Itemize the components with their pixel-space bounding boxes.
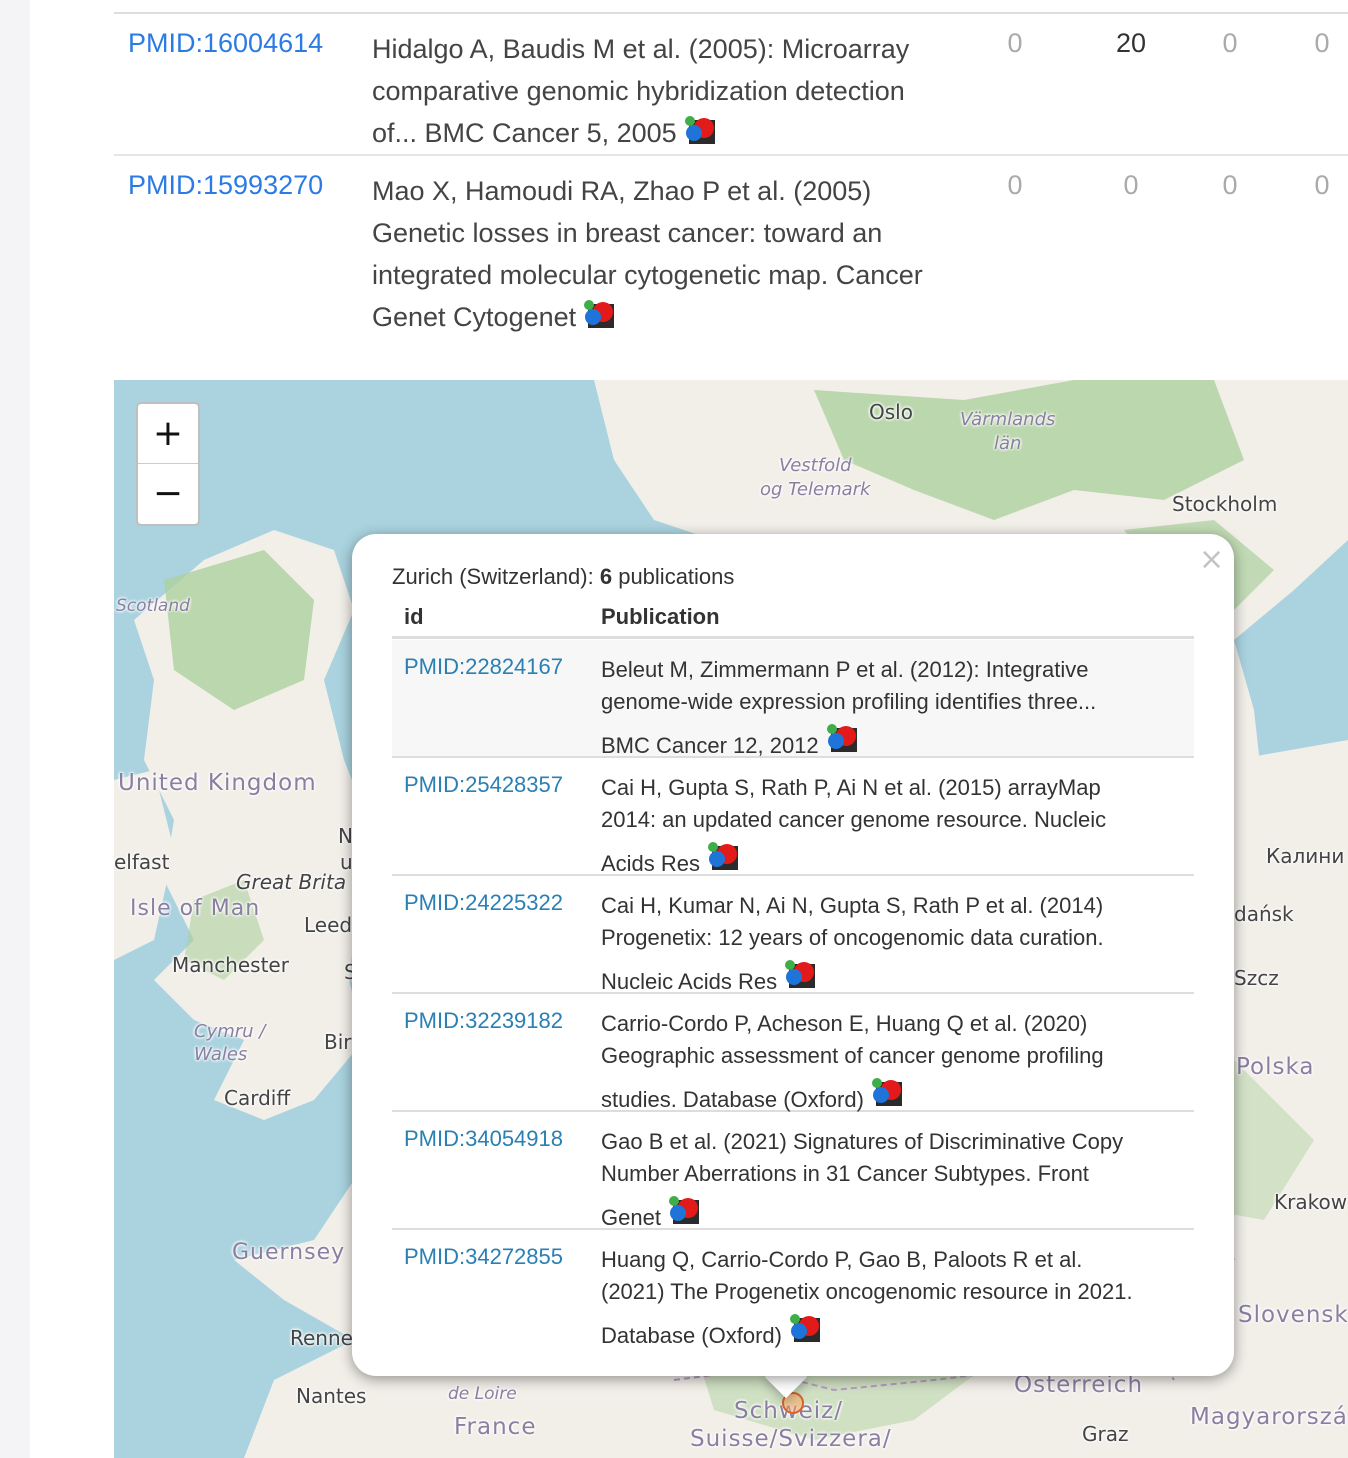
zoom-in-button[interactable]: + <box>138 404 198 464</box>
pmid-link[interactable]: PMID:22824167 <box>404 654 563 680</box>
citation-text: Hidalgo A, Baudis M et al. (2005): Micro… <box>372 34 910 148</box>
map-label-slovensko: Slovensk <box>1238 1302 1348 1328</box>
count-cell: 0 <box>1314 28 1330 58</box>
map-label-szczecin: Szcz <box>1234 966 1279 990</box>
pmid-link[interactable]: PMID:16004614 <box>128 28 323 59</box>
map-label-polska: Polska <box>1236 1054 1315 1080</box>
publication-count: 6 <box>599 564 613 589</box>
popup-title: Zurich (Switzerland): 6 publications <box>392 564 735 589</box>
progenetix-logo-icon[interactable] <box>826 724 859 754</box>
map-label-cardiff: Cardiff <box>224 1086 291 1110</box>
count-cell: 0 <box>1007 28 1023 58</box>
progenetix-logo-icon[interactable] <box>584 300 615 328</box>
count-cell: 0 <box>1007 170 1023 200</box>
map-label-u: u <box>340 850 353 874</box>
zoom-control: + − <box>136 402 200 526</box>
map-label-varmlands: Värmlands län <box>960 409 1056 454</box>
column-header-publication: Publication <box>601 604 720 629</box>
map-label-birmingham: Bir <box>324 1030 352 1054</box>
publication-text: Carrio-Cordo P, Acheson E, Huang Q et al… <box>601 1011 1104 1112</box>
column-header-id: id <box>404 604 424 629</box>
header-rule <box>392 636 1194 639</box>
count-cell: 0 <box>1123 170 1139 200</box>
map-label-graz: Graz <box>1082 1422 1129 1446</box>
map-label-isle-of-man: Isle of Man <box>130 896 261 921</box>
map-label-scotland: Scotland <box>116 596 190 616</box>
pmid-link[interactable]: PMID:34272855 <box>404 1244 563 1270</box>
map-label-nantes: Nantes <box>296 1384 367 1408</box>
publication-text: Cai H, Kumar N, Ai N, Gupta S, Rath P et… <box>601 893 1104 994</box>
popup-row: PMID:25428357 Cai H, Gupta S, Rath P, Ai… <box>392 758 1194 876</box>
pmid-link[interactable]: PMID:25428357 <box>404 772 563 798</box>
map-label-leeds: Leed <box>304 913 353 937</box>
progenetix-logo-icon[interactable] <box>668 1196 701 1226</box>
count-cell: 0 <box>1222 28 1238 58</box>
map-label-cymru: Cymru / Wales <box>194 1021 266 1065</box>
pmid-link[interactable]: PMID:15993270 <box>128 170 323 201</box>
map-label-rennes: Renne <box>290 1326 353 1350</box>
count-cell: 20 <box>1115 28 1147 58</box>
map-label-guernsey: Guernsey <box>232 1240 346 1265</box>
publication-text: Beleut M, Zimmermann P et al. (2012): In… <box>601 657 1097 758</box>
map-label-vestfold: Vestfold og Telemark <box>760 455 871 500</box>
count-cell: 0 <box>1314 170 1330 200</box>
table-row: PMID:15993270 Mao X, Hamoudi RA, Zhao P … <box>114 156 1348 346</box>
map-label-great-britain: Great Brita <box>236 870 347 894</box>
popup-row: PMID:34272855 Huang Q, Carrio-Cordo P, G… <box>392 1230 1194 1348</box>
map-label-manchester: Manchester <box>172 953 289 977</box>
pmid-link[interactable]: PMID:34054918 <box>404 1126 563 1152</box>
map-label-france: France <box>454 1414 537 1440</box>
citation-text: Mao X, Hamoudi RA, Zhao P et al. (2005) … <box>372 176 923 332</box>
map-label-magyarorszag: Magyarorszá <box>1190 1404 1348 1430</box>
popup-row: PMID:24225322 Cai H, Kumar N, Ai N, Gupt… <box>392 876 1194 994</box>
pmid-link[interactable]: PMID:32239182 <box>404 1008 563 1034</box>
left-gutter <box>0 0 30 1458</box>
popup-row: PMID:22824167 Beleut M, Zimmermann P et … <box>392 640 1194 758</box>
progenetix-logo-icon[interactable] <box>871 1078 904 1108</box>
progenetix-logo-icon[interactable] <box>684 116 715 144</box>
progenetix-logo-icon[interactable] <box>785 960 817 990</box>
map-label-gdansk: dańsk <box>1234 902 1294 926</box>
map-label-centre-val-de-loire: de Loire <box>448 1384 517 1404</box>
map-label-stockholm: Stockholm <box>1172 492 1278 516</box>
popup-row: PMID:34054918 Gao B et al. (2021) Signat… <box>392 1112 1194 1230</box>
publication-text: Cai H, Gupta S, Rath P, Ai N et al. (201… <box>601 775 1107 876</box>
zoom-out-button[interactable]: − <box>138 464 198 523</box>
location-popup: × Zurich (Switzerland): 6 publications i… <box>352 534 1234 1376</box>
close-icon[interactable]: × <box>1199 542 1224 577</box>
count-cell: 0 <box>1222 170 1238 200</box>
publication-text: Huang Q, Carrio-Cordo P, Gao B, Paloots … <box>601 1247 1133 1348</box>
table-row: PMID:16004614 Hidalgo A, Baudis M et al.… <box>114 14 1348 156</box>
map-label-n: N <box>338 824 353 848</box>
pmid-link[interactable]: PMID:24225322 <box>404 890 563 916</box>
map-label-suisse: Suisse/Svizzera/ <box>690 1426 892 1452</box>
progenetix-logo-icon[interactable] <box>708 842 740 872</box>
publication-text: Gao B et al. (2021) Signatures of Discri… <box>601 1129 1124 1230</box>
popup-row: PMID:32239182 Carrio-Cordo P, Acheson E,… <box>392 994 1194 1112</box>
map-label-belfast: elfast <box>114 850 170 874</box>
map-label-oslo: Oslo <box>869 400 913 424</box>
map-label-united-kingdom: United Kingdom <box>118 770 317 796</box>
progenetix-logo-icon[interactable] <box>789 1314 822 1344</box>
map-label-kaliningrad: Калини <box>1266 844 1345 868</box>
map-label-krakow: Krakow <box>1274 1190 1348 1214</box>
